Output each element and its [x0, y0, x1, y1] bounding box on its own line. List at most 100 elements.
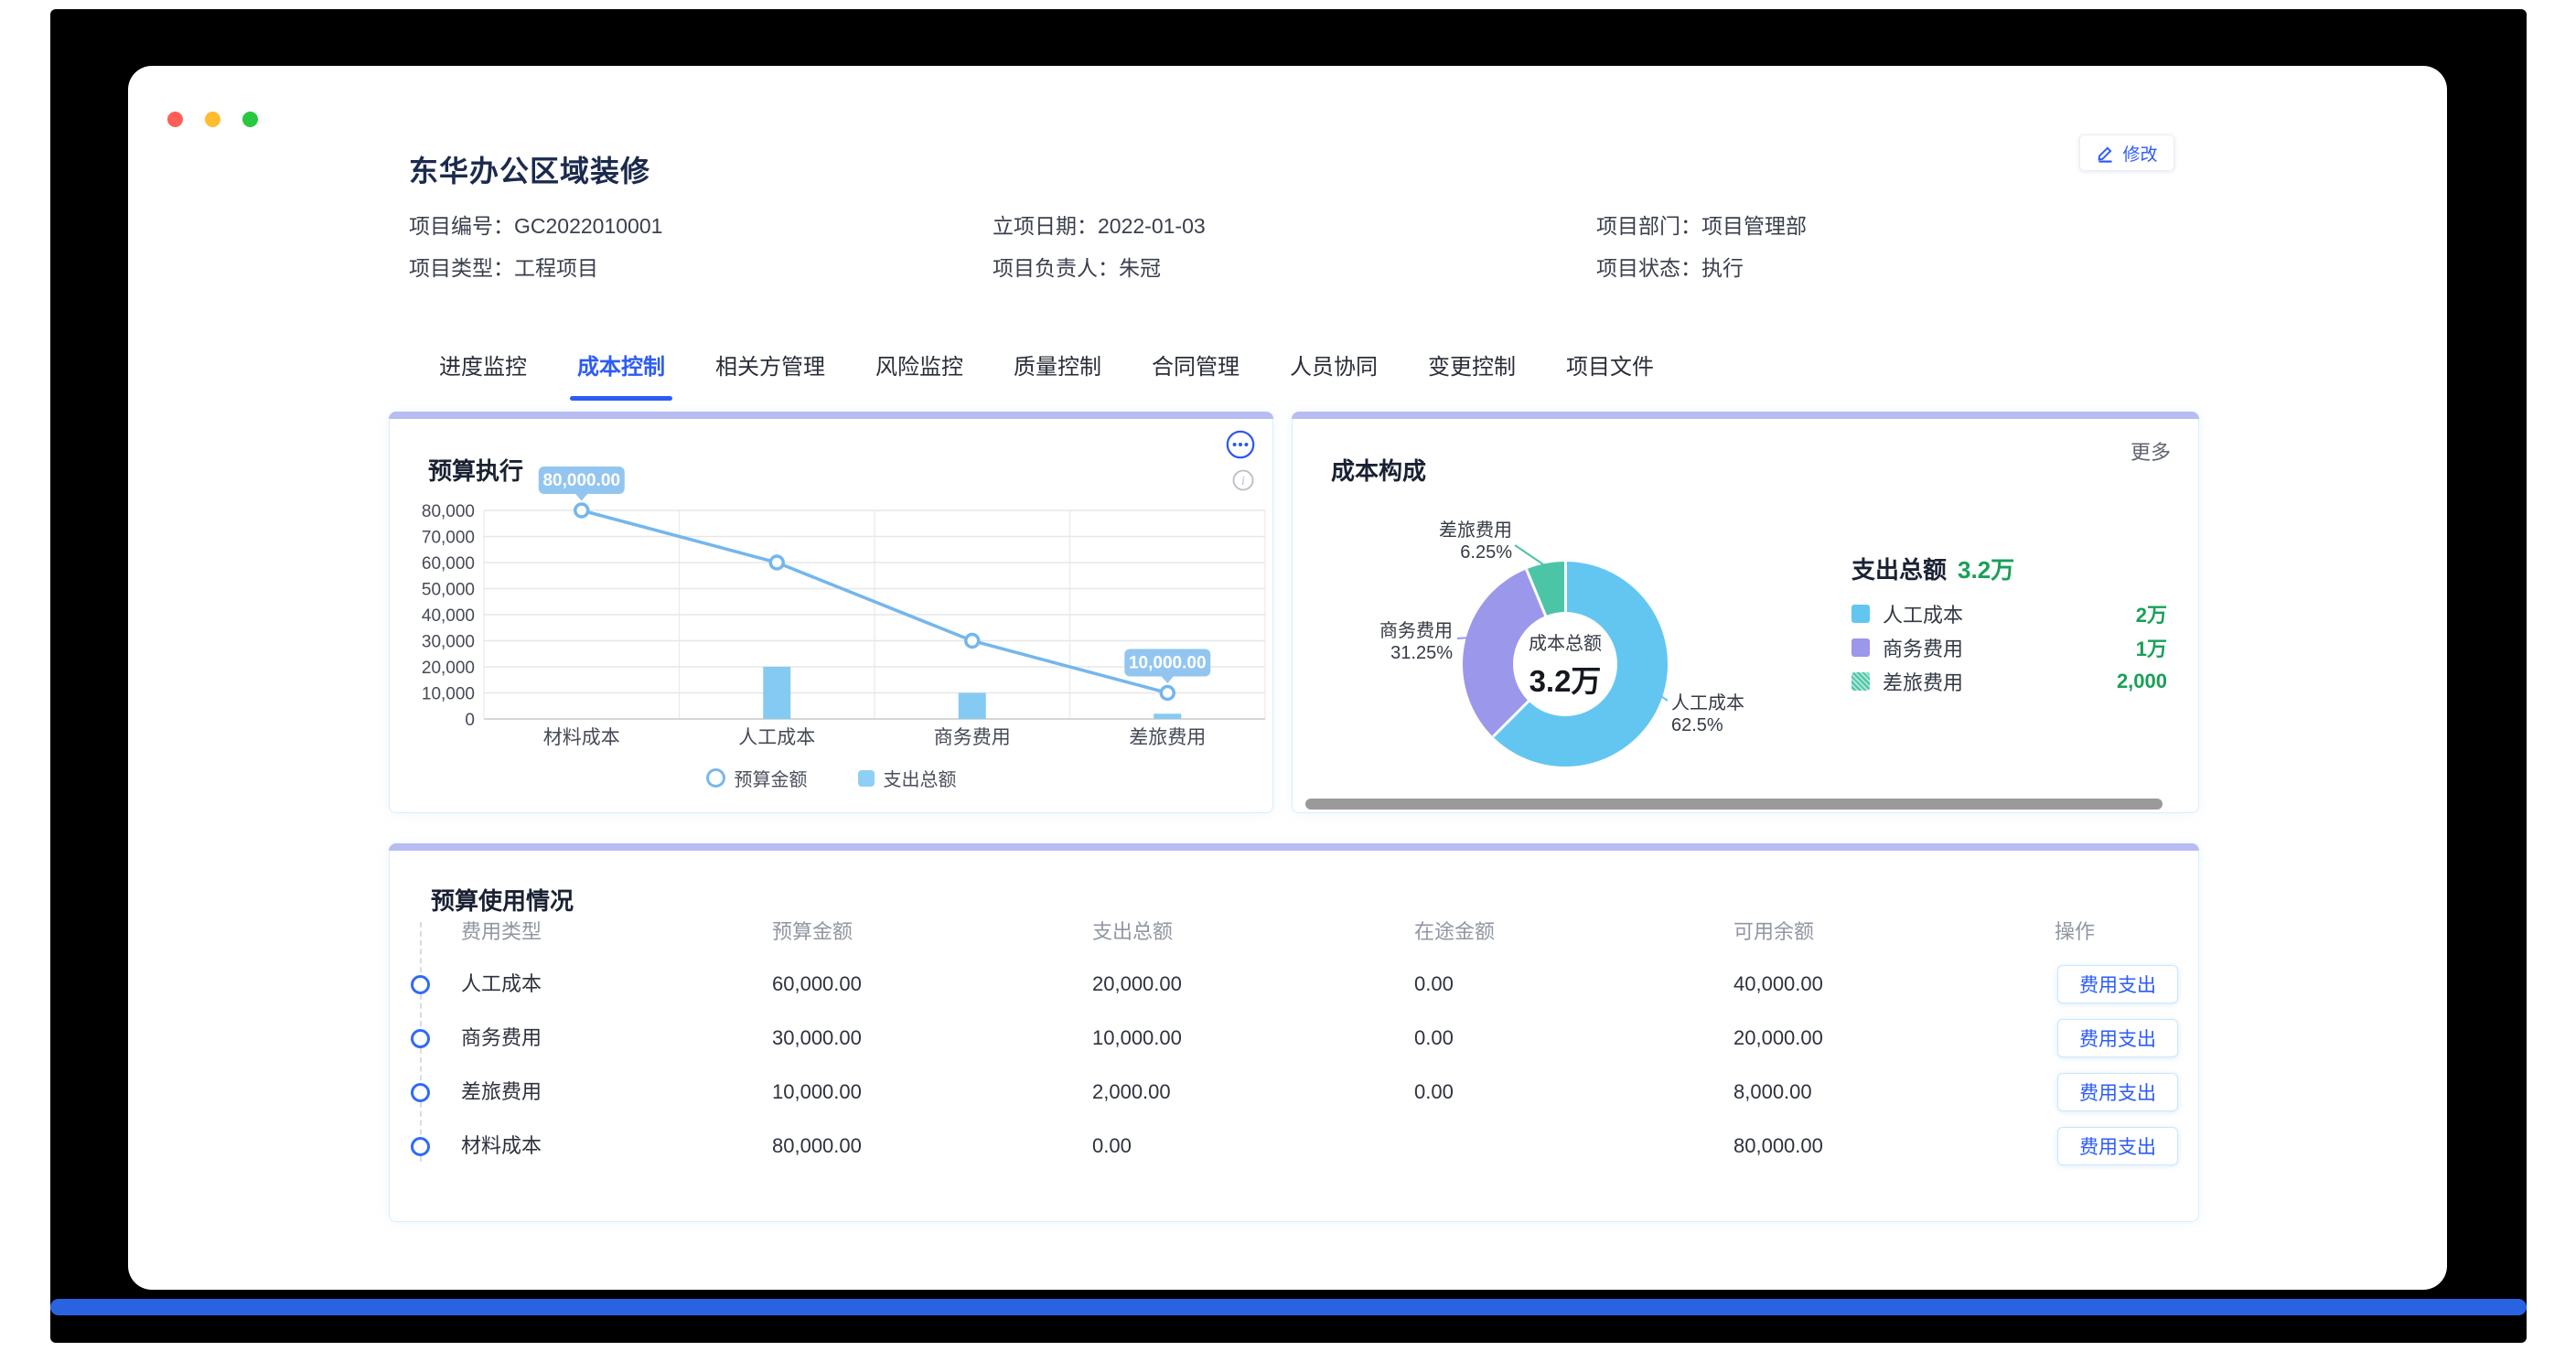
cost-legend: 支出总额 3.2万 人工成本 2万商务费用 1万差旅费用 2,000 — [1852, 552, 2167, 698]
row-node-icon — [411, 1083, 430, 1102]
cell: 材料成本 — [461, 1120, 542, 1173]
table-row: 差旅费用10,000.002,000.000.008,000.00费用支出 — [390, 1066, 2198, 1119]
column-header: 可用余额 — [1733, 916, 1814, 945]
cell: 差旅费用 — [461, 1066, 542, 1119]
maximize-window-icon[interactable] — [242, 112, 258, 127]
table-row: 材料成本 80,000.00 0.00 80,000.00 费用支出 — [390, 1120, 2198, 1173]
expense-button[interactable]: 费用支出 — [2057, 965, 2178, 1003]
svg-text:i: i — [1241, 475, 1245, 488]
legend-swatch-icon — [1852, 672, 1870, 691]
cost-legend-item[interactable]: 差旅费用 2,000 — [1852, 664, 2167, 698]
cell: 商务费用 — [461, 1012, 542, 1065]
svg-text:10,000.00: 10,000.00 — [1129, 654, 1207, 673]
legend-label: 人工成本 — [1883, 599, 1963, 628]
tab-9[interactable]: 项目文件 — [1566, 349, 1654, 395]
tab-4[interactable]: 风险监控 — [875, 349, 963, 395]
callout-percent: 6.25% — [1421, 542, 1512, 563]
callout-label: 差旅费用 — [1421, 520, 1512, 542]
cell: 60,000.00 — [772, 958, 862, 1011]
info-field: 项目类型：工程项目 — [409, 251, 993, 282]
info-field: 项目部门：项目管理部 — [1596, 209, 1807, 240]
cost-legend-item[interactable]: 商务费用 1万 — [1852, 630, 2167, 664]
legend-label: 支出总额 — [884, 765, 957, 791]
expense-button[interactable]: 费用支出 — [2057, 1019, 2178, 1057]
legend-swatch-icon — [1852, 638, 1870, 657]
legend-label: 差旅费用 — [1883, 667, 1963, 696]
svg-text:材料成本: 材料成本 — [543, 727, 620, 748]
table-header-row: 费用类型预算金额支出总额在途金额可用余额操作 — [390, 916, 2198, 943]
svg-text:0: 0 — [465, 711, 475, 730]
cell: 人工成本 — [461, 958, 542, 1011]
bar-marker-icon — [858, 770, 875, 787]
svg-text:50,000: 50,000 — [422, 581, 475, 600]
svg-text:80,000.00: 80,000.00 — [542, 471, 620, 490]
edit-button[interactable]: 修改 — [2079, 134, 2174, 171]
cell: 0.00 — [1092, 1120, 1132, 1173]
svg-text:80,000: 80,000 — [422, 502, 475, 521]
legend-value: 1万 — [2136, 633, 2167, 662]
cell: 0.00 — [1414, 958, 1454, 1011]
horizontal-scrollbar[interactable] — [1305, 799, 2163, 810]
legend-item-line[interactable]: 预算金额 — [706, 765, 808, 791]
cell: 0.00 — [1414, 1012, 1454, 1065]
svg-text:10,000: 10,000 — [422, 685, 475, 704]
svg-text:60,000: 60,000 — [422, 554, 475, 574]
column-header: 操作 — [2055, 916, 2095, 945]
cell: 2,000.00 — [1092, 1066, 1171, 1119]
info-field: 项目状态：执行 — [1596, 251, 1744, 282]
table-row: 商务费用30,000.0010,000.000.0020,000.00费用支出 — [390, 1012, 2198, 1065]
callout-labor: 人工成本62.5% — [1671, 692, 1781, 736]
cost-composition-card: 成本构成 更多 成本总额 3.2万 差旅费用6.25% — [1292, 412, 2199, 813]
donut-center-value: 3.2万 — [1530, 657, 1602, 701]
legend-label: 商务费用 — [1883, 633, 1963, 662]
expense-button[interactable]: 费用支出 — [2057, 1127, 2178, 1165]
more-link[interactable]: 更多 — [2131, 436, 2171, 466]
callout-travel: 差旅费用6.25% — [1421, 520, 1512, 563]
total-expense-label: 支出总额 — [1852, 556, 1947, 584]
card-title-cost: 成本构成 — [1331, 453, 1426, 487]
tab-8[interactable]: 变更控制 — [1428, 349, 1516, 395]
tab-7[interactable]: 人员协同 — [1290, 349, 1378, 395]
tab-5[interactable]: 质量控制 — [1014, 349, 1101, 395]
card-title-budget: 预算执行 — [428, 453, 523, 487]
tab-2[interactable]: 成本控制 — [577, 349, 665, 395]
tab-3[interactable]: 相关方管理 — [715, 349, 825, 395]
expense-button[interactable]: 费用支出 — [2057, 1073, 2178, 1111]
cost-donut-chart[interactable]: 成本总额 3.2万 — [1463, 562, 1668, 767]
cell: 80,000.00 — [772, 1120, 862, 1173]
tab-1[interactable]: 进度监控 — [439, 349, 527, 395]
legend-value: 2万 — [2136, 599, 2167, 628]
project-info: 项目编号：GC2022010001立项日期：2022-01-03项目部门：项目管… — [409, 203, 2238, 287]
row-node-icon — [411, 1029, 430, 1048]
legend-item-bar[interactable]: 支出总额 — [858, 765, 957, 791]
column-header: 预算金额 — [772, 916, 853, 945]
page-title: 东华办公区域装修 — [409, 148, 650, 190]
edit-button-label: 修改 — [2122, 141, 2157, 166]
svg-text:差旅费用: 差旅费用 — [1129, 727, 1206, 748]
svg-text:人工成本: 人工成本 — [738, 727, 815, 748]
info-icon[interactable]: i — [1232, 469, 1254, 496]
cell: 80,000.00 — [1733, 1120, 1823, 1173]
donut-center-label: 成本总额 — [1529, 628, 1602, 655]
cost-legend-item[interactable]: 人工成本 2万 — [1852, 596, 2167, 630]
total-expense: 支出总额 3.2万 — [1852, 552, 2167, 585]
minimize-window-icon[interactable] — [205, 112, 220, 127]
info-row: 项目编号：GC2022010001立项日期：2022-01-03项目部门：项目管… — [409, 203, 2238, 245]
pencil-icon — [2096, 144, 2115, 163]
close-window-icon[interactable] — [167, 112, 183, 127]
cell: 20,000.00 — [1092, 958, 1182, 1011]
cell: 10,000.00 — [1092, 1012, 1182, 1065]
svg-text:40,000: 40,000 — [422, 606, 475, 626]
cell: 10,000.00 — [772, 1066, 862, 1119]
total-expense-value: 3.2万 — [1958, 556, 2014, 584]
tab-6[interactable]: 合同管理 — [1152, 349, 1240, 395]
circle-ellipsis-icon[interactable] — [1225, 429, 1256, 465]
column-header: 在途金额 — [1414, 916, 1495, 945]
callout-label: 人工成本 — [1671, 692, 1781, 714]
legend-value: 2,000 — [2117, 670, 2167, 693]
cell: 40,000.00 — [1733, 958, 1823, 1011]
card-title-usage: 预算使用情况 — [431, 883, 574, 917]
bottom-accent-bar — [50, 1299, 2527, 1315]
callout-percent: 31.25% — [1361, 642, 1453, 664]
svg-text:20,000: 20,000 — [422, 659, 475, 678]
